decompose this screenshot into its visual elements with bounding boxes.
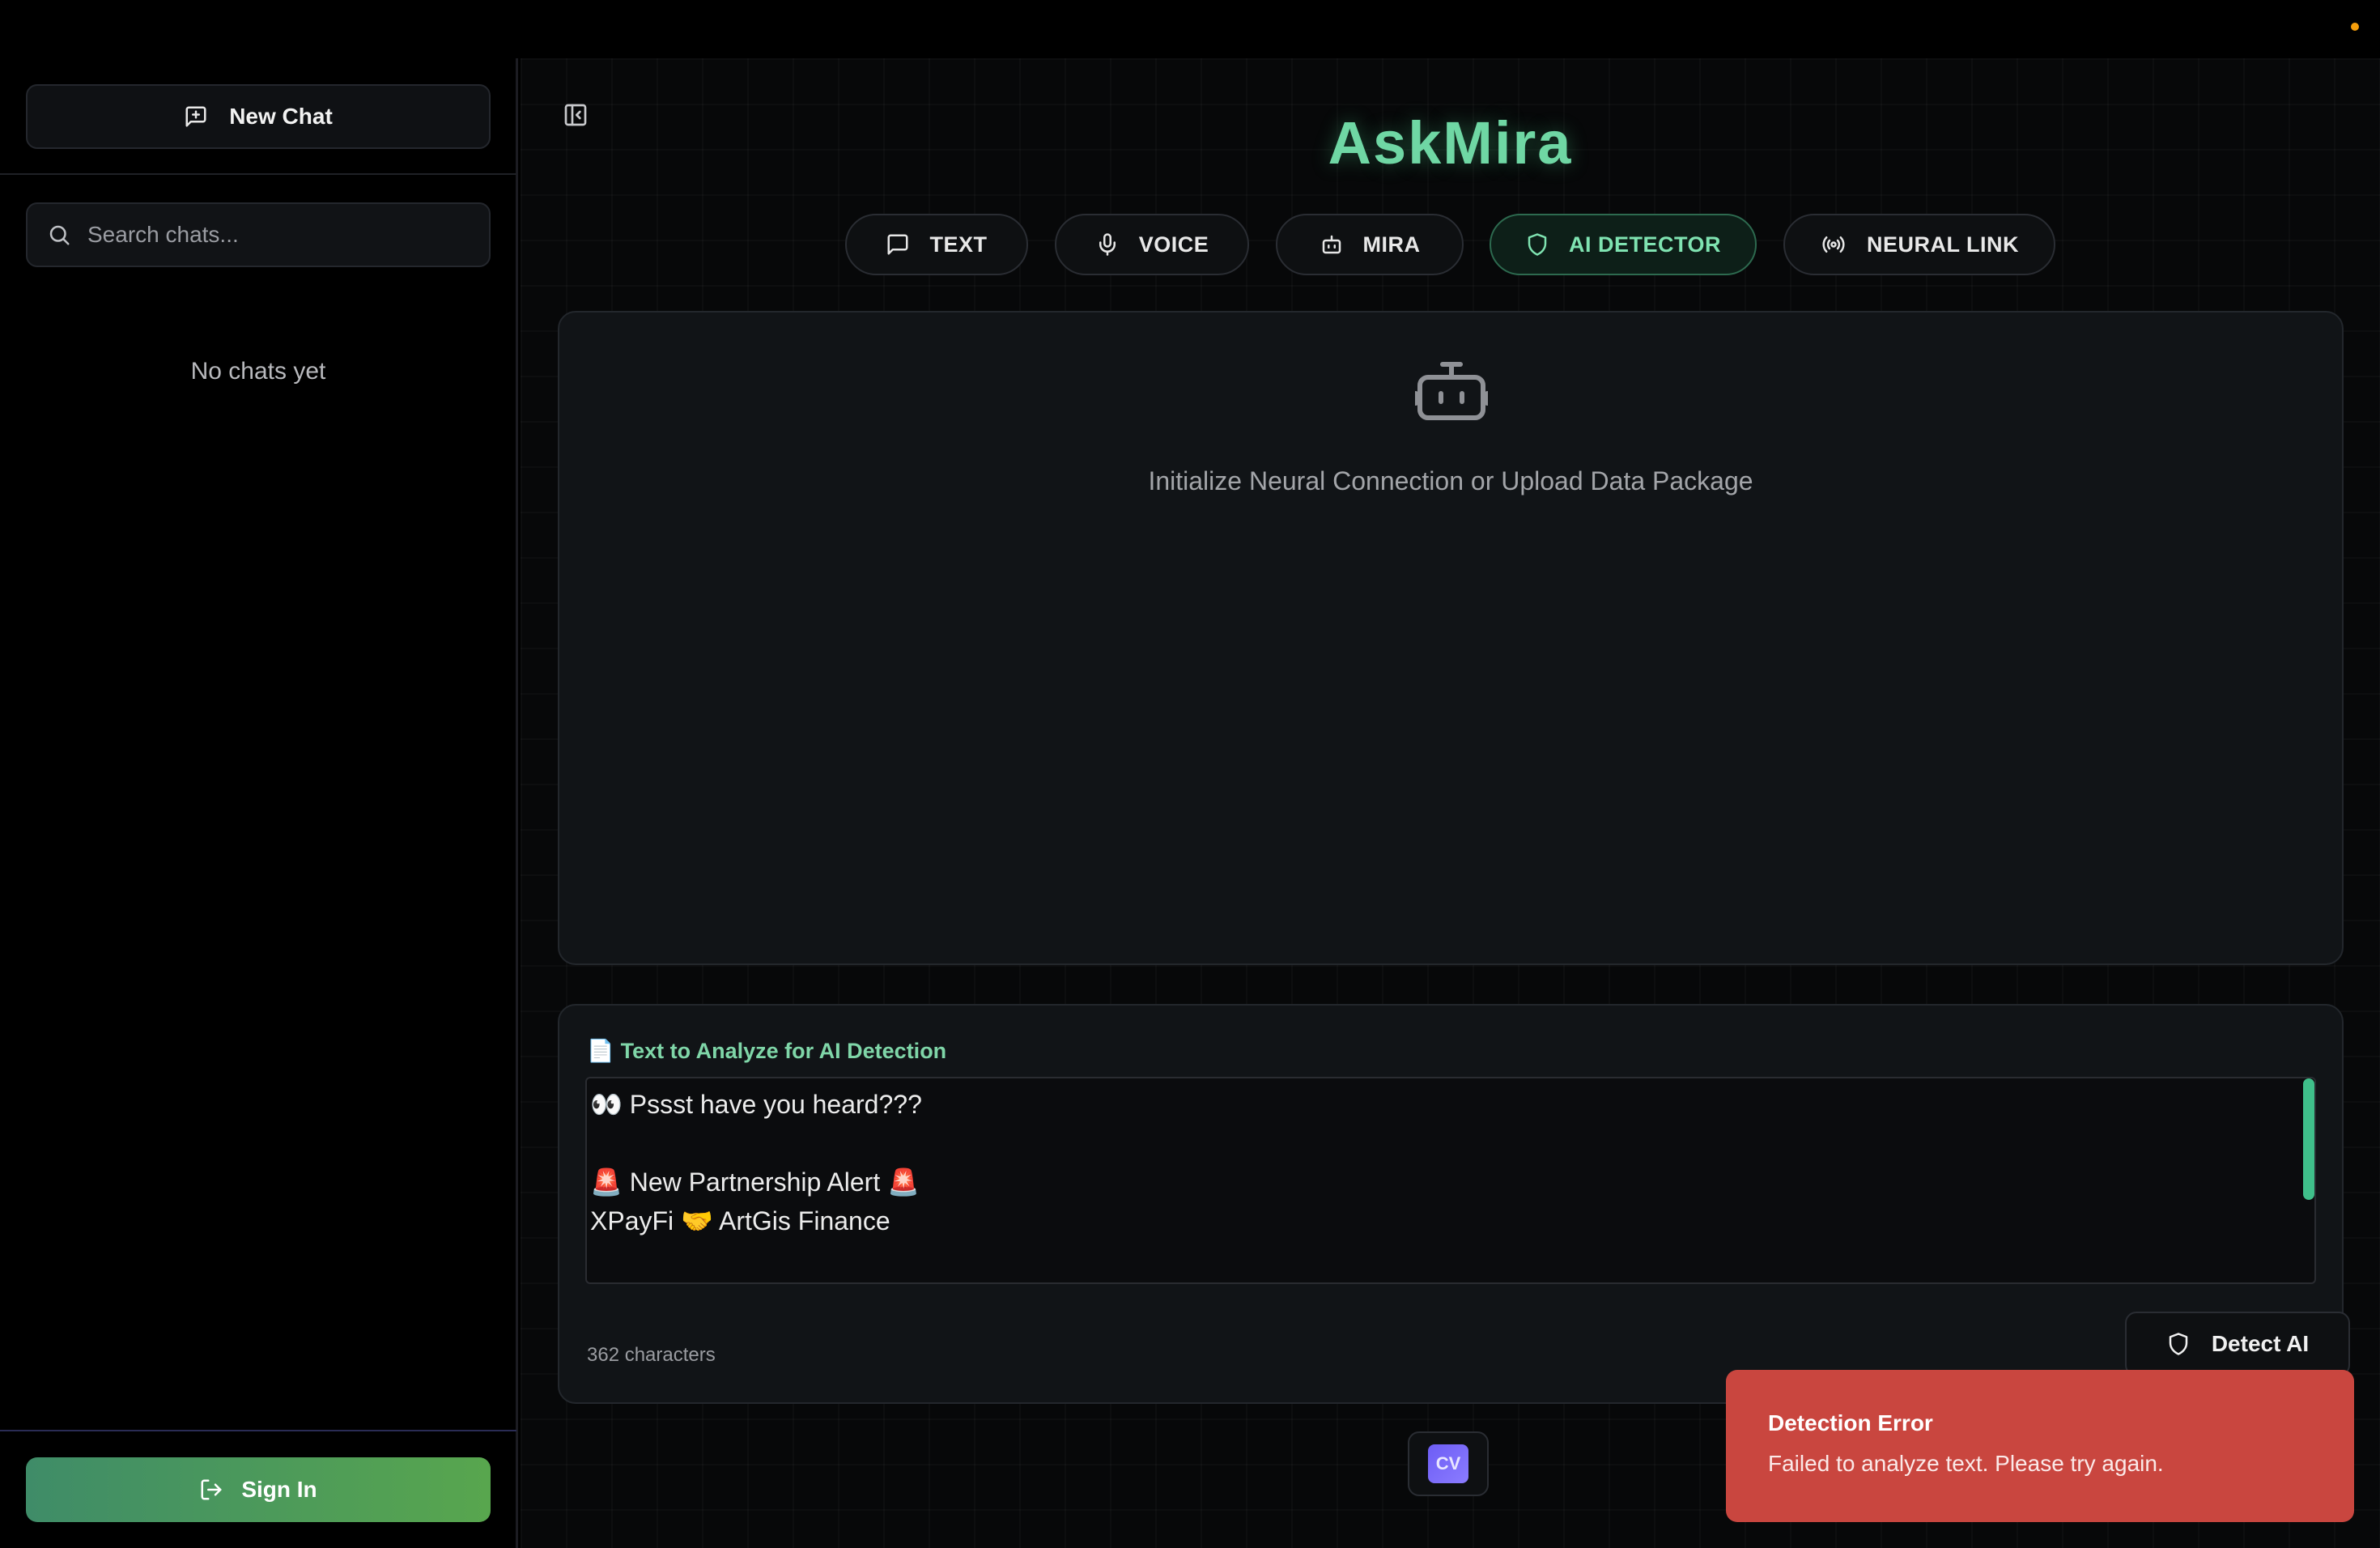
app-title: AskMira bbox=[1328, 109, 1573, 176]
document-icon: 📄 bbox=[587, 1039, 614, 1063]
search-box bbox=[26, 202, 491, 267]
main-area: AskMira TEXT VOICE MIRA AI DETECTOR NEUR… bbox=[521, 58, 2380, 1548]
tab-ai-detector-label: AI DETECTOR bbox=[1568, 232, 1721, 257]
tab-text[interactable]: TEXT bbox=[845, 214, 1028, 275]
robot-icon bbox=[1415, 358, 1488, 423]
search-icon bbox=[47, 223, 71, 247]
tab-voice-label: VOICE bbox=[1138, 232, 1209, 257]
sidebar-bottom-divider bbox=[0, 1430, 516, 1431]
bot-icon bbox=[1320, 232, 1344, 257]
cv-badge-button[interactable]: CV bbox=[1408, 1431, 1489, 1496]
detect-ai-label: Detect AI bbox=[2211, 1331, 2310, 1356]
detector-input-label-text: Text to Analyze for AI Detection bbox=[620, 1038, 947, 1063]
empty-state-message: Initialize Neural Connection or Upload D… bbox=[1148, 466, 1753, 495]
detector-input-label: 📄 Text to Analyze for AI Detection bbox=[587, 1038, 946, 1064]
microphone-icon bbox=[1095, 232, 1120, 257]
radio-signal-icon bbox=[1820, 232, 1847, 257]
text-line: XPayFi 🤝 ArtGis Finance bbox=[590, 1206, 890, 1235]
chat-panel: Initialize Neural Connection or Upload D… bbox=[558, 311, 2344, 965]
ai-detector-card: 📄 Text to Analyze for AI Detection 👀 Pss… bbox=[558, 1004, 2350, 1404]
cv-badge: CV bbox=[1428, 1444, 1468, 1483]
analyze-text-input[interactable]: 👀 Pssst have you heard??? 🚨 New Partners… bbox=[585, 1077, 2316, 1284]
error-toast: Detection Error Failed to analyze text. … bbox=[1726, 1370, 2354, 1522]
sign-in-button[interactable]: Sign In bbox=[26, 1457, 491, 1522]
new-chat-button[interactable]: New Chat bbox=[26, 84, 491, 149]
toast-title: Detection Error bbox=[1768, 1410, 1933, 1435]
tab-ai-detector[interactable]: AI DETECTOR bbox=[1490, 214, 1757, 275]
text-line: 👀 Pssst have you heard??? bbox=[590, 1090, 922, 1119]
character-count: 362 characters bbox=[587, 1344, 716, 1366]
shield-icon bbox=[2166, 1332, 2191, 1356]
message-square-icon bbox=[886, 232, 910, 257]
text-line: 🚨 New Partnership Alert 🚨 bbox=[590, 1167, 920, 1197]
toast-message: Failed to analyze text. Please try again… bbox=[1768, 1451, 2164, 1476]
message-plus-icon bbox=[184, 104, 208, 129]
shield-icon bbox=[1525, 232, 1549, 257]
search-input[interactable] bbox=[87, 222, 476, 248]
empty-chats-text: No chats yet bbox=[190, 358, 326, 385]
tab-text-label: TEXT bbox=[929, 232, 988, 257]
new-chat-label: New Chat bbox=[229, 104, 333, 129]
sidebar-divider bbox=[0, 173, 516, 175]
sign-in-label: Sign In bbox=[241, 1477, 317, 1502]
text-line bbox=[590, 1124, 2311, 1163]
mode-tabs: TEXT VOICE MIRA AI DETECTOR NEURAL LINK bbox=[521, 214, 2380, 275]
sidebar: New Chat No chats yet Sign In bbox=[0, 58, 518, 1548]
log-in-icon bbox=[199, 1478, 223, 1502]
tab-neural-link[interactable]: NEURAL LINK bbox=[1783, 214, 2055, 275]
textarea-scrollbar[interactable] bbox=[2303, 1078, 2314, 1200]
top-bar bbox=[0, 0, 2380, 58]
notification-dot bbox=[2351, 23, 2359, 31]
detect-ai-button[interactable]: Detect AI bbox=[2125, 1312, 2350, 1376]
tab-mira[interactable]: MIRA bbox=[1276, 214, 1464, 275]
tab-mira-label: MIRA bbox=[1362, 232, 1421, 257]
tab-neural-link-label: NEURAL LINK bbox=[1866, 232, 2019, 257]
tab-voice[interactable]: VOICE bbox=[1055, 214, 1249, 275]
